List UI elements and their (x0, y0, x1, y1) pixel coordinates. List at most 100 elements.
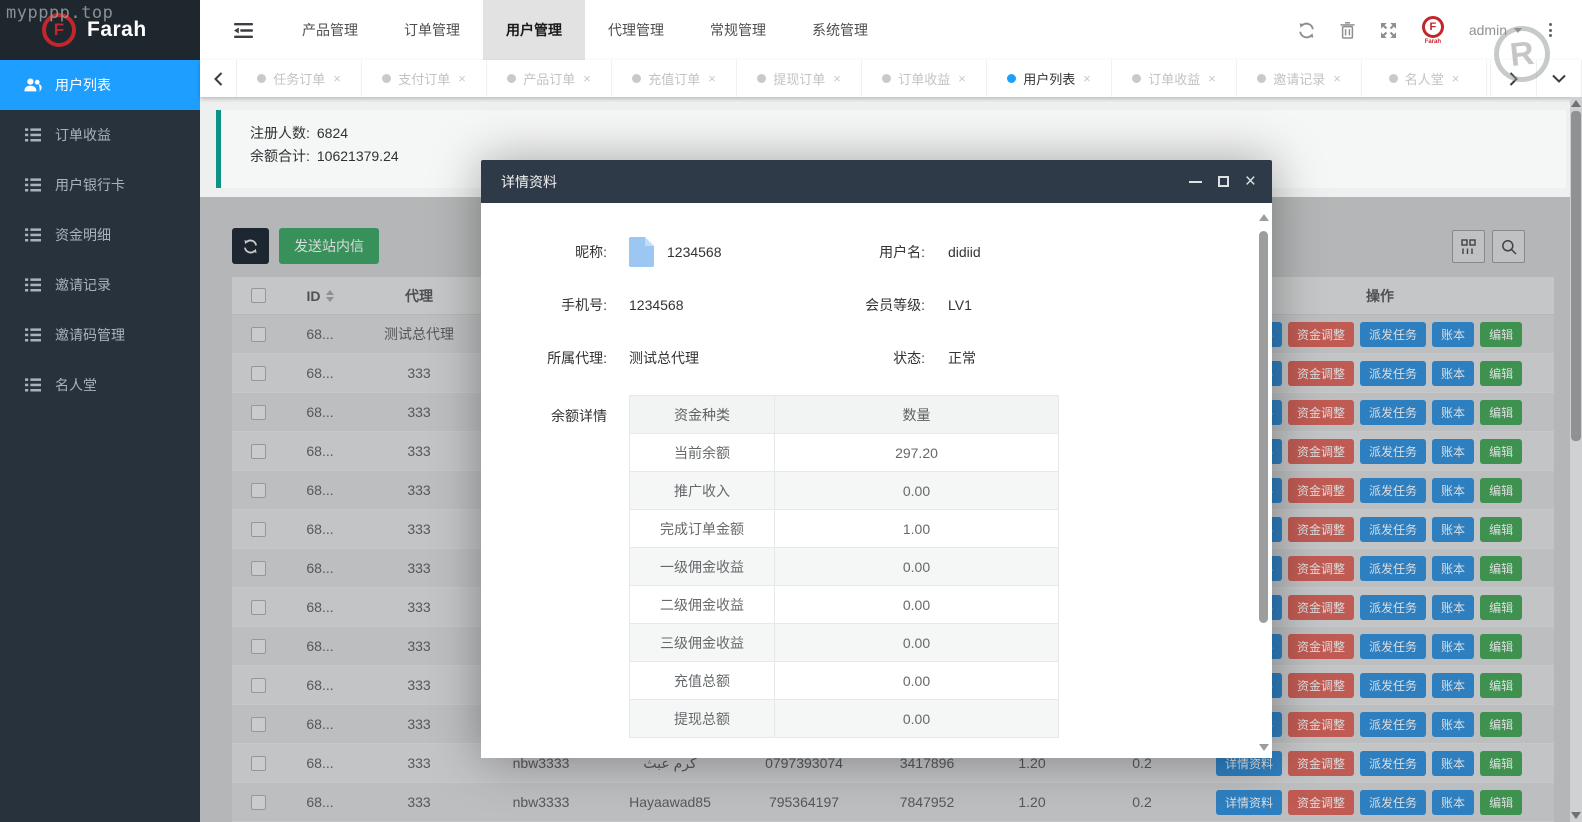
tab-close-icon[interactable]: × (958, 71, 966, 86)
action-dispatch-task-button[interactable]: 派发任务 (1360, 322, 1426, 347)
page-scrollbar-thumb[interactable] (1571, 111, 1581, 441)
nav-item-1[interactable]: 订单管理 (381, 0, 483, 60)
action-ledger-button[interactable]: 账本 (1432, 478, 1474, 503)
tab-close-icon[interactable]: × (333, 71, 341, 86)
sidebar-item-0[interactable]: 用户列表 (0, 60, 200, 110)
action-adjust-funds-button[interactable]: 资金调整 (1288, 322, 1354, 347)
action-edit-button[interactable]: 编辑 (1480, 478, 1522, 503)
row-checkbox[interactable] (251, 756, 266, 771)
row-checkbox[interactable] (251, 639, 266, 654)
brand-logo-small[interactable]: F Farah (1422, 16, 1444, 45)
action-adjust-funds-button[interactable]: 资金调整 (1288, 790, 1354, 815)
tab-3[interactable]: 充值订单× (612, 60, 737, 97)
action-adjust-funds-button[interactable]: 资金调整 (1288, 712, 1354, 737)
sidebar-item-5[interactable]: 邀请码管理 (0, 310, 200, 360)
action-dispatch-task-button[interactable]: 派发任务 (1360, 439, 1426, 464)
nav-item-0[interactable]: 产品管理 (279, 0, 381, 60)
action-dispatch-task-button[interactable]: 派发任务 (1360, 595, 1426, 620)
action-adjust-funds-button[interactable]: 资金调整 (1288, 595, 1354, 620)
tab-9[interactable]: 名人堂× (1362, 60, 1487, 97)
action-ledger-button[interactable]: 账本 (1432, 790, 1474, 815)
modal-header[interactable]: 详情资料 × (481, 160, 1272, 203)
action-edit-button[interactable]: 编辑 (1480, 712, 1522, 737)
action-adjust-funds-button[interactable]: 资金调整 (1288, 751, 1354, 776)
tab-close-icon[interactable]: × (708, 71, 716, 86)
tab-close-icon[interactable]: × (1452, 71, 1460, 86)
action-ledger-button[interactable]: 账本 (1432, 634, 1474, 659)
header-id[interactable]: ID (284, 288, 356, 304)
columns-icon[interactable] (1452, 230, 1485, 263)
action-adjust-funds-button[interactable]: 资金调整 (1288, 439, 1354, 464)
row-checkbox[interactable] (251, 483, 266, 498)
action-ledger-button[interactable]: 账本 (1432, 400, 1474, 425)
fullscreen-icon[interactable] (1380, 22, 1397, 39)
tab-2[interactable]: 产品订单× (487, 60, 612, 97)
scroll-up-icon[interactable] (1571, 100, 1581, 107)
scroll-down-icon[interactable] (1259, 744, 1269, 751)
row-checkbox[interactable] (251, 678, 266, 693)
nav-item-3[interactable]: 代理管理 (585, 0, 687, 60)
tabs-scroll-left[interactable] (200, 60, 237, 97)
sidebar-item-2[interactable]: 用户银行卡 (0, 160, 200, 210)
action-ledger-button[interactable]: 账本 (1432, 361, 1474, 386)
sort-icon[interactable] (326, 290, 334, 302)
action-detail-button[interactable]: 详情资料 (1216, 790, 1282, 815)
scroll-down-icon[interactable] (1571, 812, 1581, 819)
action-ledger-button[interactable]: 账本 (1432, 673, 1474, 698)
action-adjust-funds-button[interactable]: 资金调整 (1288, 361, 1354, 386)
action-dispatch-task-button[interactable]: 派发任务 (1360, 361, 1426, 386)
row-checkbox[interactable] (251, 444, 266, 459)
action-dispatch-task-button[interactable]: 派发任务 (1360, 478, 1426, 503)
action-adjust-funds-button[interactable]: 资金调整 (1288, 517, 1354, 542)
scroll-up-icon[interactable] (1259, 214, 1269, 221)
action-edit-button[interactable]: 编辑 (1480, 556, 1522, 581)
tab-5[interactable]: 订单收益× (862, 60, 987, 97)
row-checkbox[interactable] (251, 366, 266, 381)
row-checkbox[interactable] (251, 522, 266, 537)
modal-scrollbar-thumb[interactable] (1259, 231, 1268, 623)
action-edit-button[interactable]: 编辑 (1480, 361, 1522, 386)
tab-6[interactable]: 用户列表× (987, 60, 1112, 97)
action-ledger-button[interactable]: 账本 (1432, 712, 1474, 737)
action-adjust-funds-button[interactable]: 资金调整 (1288, 634, 1354, 659)
action-dispatch-task-button[interactable]: 派发任务 (1360, 751, 1426, 776)
close-icon[interactable]: × (1245, 172, 1256, 191)
action-edit-button[interactable]: 编辑 (1480, 439, 1522, 464)
modal-scrollbar[interactable] (1256, 205, 1271, 756)
row-checkbox[interactable] (251, 795, 266, 810)
tab-close-icon[interactable]: × (1208, 71, 1216, 86)
action-edit-button[interactable]: 编辑 (1480, 400, 1522, 425)
action-adjust-funds-button[interactable]: 资金调整 (1288, 478, 1354, 503)
action-adjust-funds-button[interactable]: 资金调整 (1288, 673, 1354, 698)
row-checkbox[interactable] (251, 561, 266, 576)
action-ledger-button[interactable]: 账本 (1432, 322, 1474, 347)
nav-item-2[interactable]: 用户管理 (483, 0, 585, 60)
sidebar-item-3[interactable]: 资金明细 (0, 210, 200, 260)
action-dispatch-task-button[interactable]: 派发任务 (1360, 400, 1426, 425)
tab-close-icon[interactable]: × (583, 71, 591, 86)
sidebar-item-1[interactable]: 订单收益 (0, 110, 200, 160)
tab-0[interactable]: 任务订单× (237, 60, 362, 97)
tab-4[interactable]: 提现订单× (737, 60, 862, 97)
sidebar-item-6[interactable]: 名人堂 (0, 360, 200, 410)
tab-close-icon[interactable]: × (1083, 71, 1091, 86)
row-checkbox[interactable] (251, 600, 266, 615)
collapse-menu-icon[interactable] (234, 23, 253, 38)
action-edit-button[interactable]: 编辑 (1480, 517, 1522, 542)
page-scrollbar[interactable] (1570, 97, 1582, 822)
sidebar-item-4[interactable]: 邀请记录 (0, 260, 200, 310)
action-ledger-button[interactable]: 账本 (1432, 439, 1474, 464)
action-adjust-funds-button[interactable]: 资金调整 (1288, 556, 1354, 581)
tab-8[interactable]: 邀请记录× (1237, 60, 1362, 97)
action-dispatch-task-button[interactable]: 派发任务 (1360, 673, 1426, 698)
send-message-button[interactable]: 发送站内信 (279, 228, 379, 264)
tab-close-icon[interactable]: × (833, 71, 841, 86)
action-edit-button[interactable]: 编辑 (1480, 673, 1522, 698)
tab-7[interactable]: 订单收益× (1112, 60, 1237, 97)
refresh-icon[interactable] (1298, 22, 1315, 39)
search-icon[interactable] (1492, 230, 1525, 263)
row-checkbox[interactable] (251, 717, 266, 732)
action-dispatch-task-button[interactable]: 派发任务 (1360, 634, 1426, 659)
select-all-checkbox[interactable] (251, 288, 266, 303)
action-edit-button[interactable]: 编辑 (1480, 634, 1522, 659)
